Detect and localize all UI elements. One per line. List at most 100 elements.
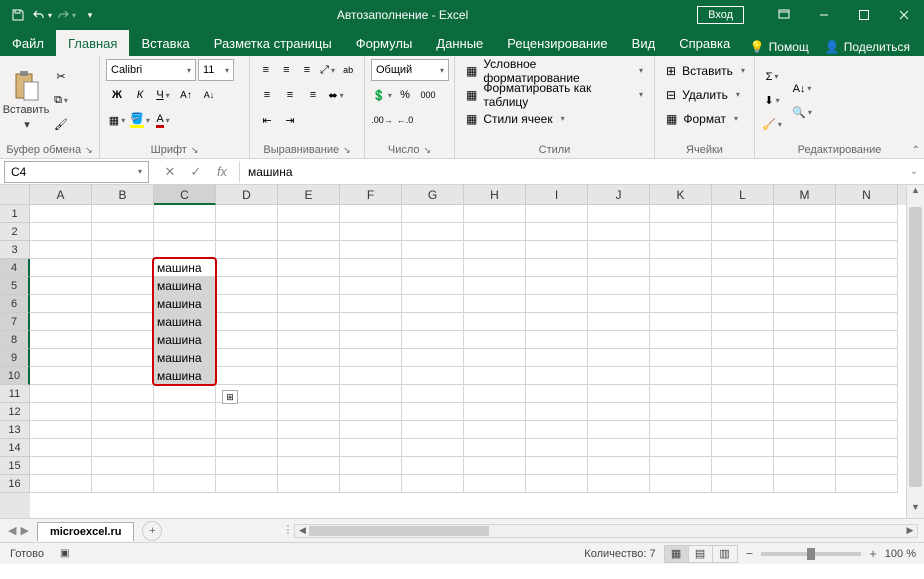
percent-icon[interactable]: % — [394, 84, 416, 106]
normal-view-icon[interactable]: ▦ — [665, 546, 689, 562]
cell[interactable] — [340, 403, 402, 421]
cell[interactable] — [526, 295, 588, 313]
cell[interactable] — [836, 241, 898, 259]
row-header[interactable]: 8 — [0, 331, 30, 349]
cell[interactable] — [216, 313, 278, 331]
cell[interactable] — [402, 277, 464, 295]
cell[interactable] — [340, 367, 402, 385]
cell[interactable] — [92, 349, 154, 367]
align-right-icon[interactable]: ≡ — [302, 84, 324, 106]
row-header[interactable]: 9 — [0, 349, 30, 367]
cell[interactable] — [836, 277, 898, 295]
tab-review[interactable]: Рецензирование — [495, 30, 619, 56]
cell[interactable] — [588, 223, 650, 241]
cell[interactable] — [650, 475, 712, 493]
row-header[interactable]: 5 — [0, 277, 30, 295]
cell[interactable] — [650, 367, 712, 385]
font-name-select[interactable]: Calibri▾ — [106, 59, 196, 81]
cell[interactable] — [526, 421, 588, 439]
row-header[interactable]: 2 — [0, 223, 30, 241]
cell[interactable] — [526, 367, 588, 385]
cell[interactable] — [774, 259, 836, 277]
format-cells-button[interactable]: ▦Формат▾ — [661, 107, 748, 130]
cell[interactable] — [836, 475, 898, 493]
zoom-level[interactable]: 100 % — [885, 548, 916, 560]
cell[interactable] — [526, 313, 588, 331]
row-header[interactable]: 11 — [0, 385, 30, 403]
cancel-formula-icon[interactable]: ✕ — [159, 161, 181, 183]
column-header[interactable]: M — [774, 185, 836, 205]
column-header[interactable]: A — [30, 185, 92, 205]
cell[interactable] — [588, 259, 650, 277]
cell[interactable] — [464, 421, 526, 439]
autosum-icon[interactable]: Σ▾ — [761, 66, 783, 88]
cell[interactable] — [526, 205, 588, 223]
expand-formula-icon[interactable]: ⌄ — [904, 166, 924, 177]
cell[interactable] — [650, 349, 712, 367]
tab-file[interactable]: Файл — [0, 30, 56, 56]
cell[interactable] — [402, 403, 464, 421]
cell[interactable] — [712, 331, 774, 349]
tab-layout[interactable]: Разметка страницы — [202, 30, 344, 56]
cell[interactable] — [340, 421, 402, 439]
cell[interactable] — [216, 475, 278, 493]
cell[interactable] — [154, 457, 216, 475]
cell[interactable] — [340, 295, 402, 313]
cell[interactable] — [650, 403, 712, 421]
wrap-text-icon[interactable]: ab — [338, 59, 358, 81]
italic-icon[interactable]: К — [129, 84, 151, 106]
cell[interactable] — [526, 403, 588, 421]
font-size-select[interactable]: 11▾ — [198, 59, 234, 81]
cell[interactable] — [216, 349, 278, 367]
cell[interactable] — [278, 367, 340, 385]
cell[interactable] — [340, 205, 402, 223]
cell[interactable] — [712, 439, 774, 457]
cell[interactable] — [402, 439, 464, 457]
cell[interactable] — [340, 277, 402, 295]
cell[interactable] — [774, 205, 836, 223]
cell[interactable] — [30, 331, 92, 349]
cell[interactable] — [30, 385, 92, 403]
cell[interactable] — [774, 331, 836, 349]
cells-grid[interactable]: машинамашинамашинамашинамашинамашинамаши… — [30, 205, 906, 518]
column-header[interactable]: C — [154, 185, 216, 205]
cell[interactable] — [216, 223, 278, 241]
cell[interactable] — [774, 421, 836, 439]
conditional-format-button[interactable]: ▦Условное форматирование▾ — [461, 59, 648, 82]
column-header[interactable]: J — [588, 185, 650, 205]
cell[interactable] — [30, 349, 92, 367]
cell[interactable] — [526, 241, 588, 259]
cell[interactable] — [216, 331, 278, 349]
cell[interactable] — [216, 259, 278, 277]
cell[interactable] — [30, 439, 92, 457]
column-header[interactable]: K — [650, 185, 712, 205]
cell[interactable] — [526, 259, 588, 277]
cell[interactable] — [216, 295, 278, 313]
cell[interactable] — [216, 277, 278, 295]
cell[interactable] — [278, 313, 340, 331]
tab-data[interactable]: Данные — [424, 30, 495, 56]
cell[interactable] — [774, 457, 836, 475]
cell[interactable] — [30, 403, 92, 421]
row-header[interactable]: 16 — [0, 475, 30, 493]
column-header[interactable]: G — [402, 185, 464, 205]
cell[interactable] — [154, 475, 216, 493]
qat-customize-icon[interactable]: ▾ — [80, 5, 100, 25]
cell[interactable] — [154, 403, 216, 421]
cell[interactable] — [526, 331, 588, 349]
cell[interactable] — [836, 367, 898, 385]
cell[interactable] — [464, 331, 526, 349]
cell[interactable] — [588, 421, 650, 439]
macro-record-icon[interactable]: ▣ — [60, 548, 69, 559]
cell[interactable] — [154, 421, 216, 439]
cell[interactable] — [464, 439, 526, 457]
cell[interactable] — [650, 223, 712, 241]
cell[interactable]: машина — [154, 295, 216, 313]
column-header[interactable]: L — [712, 185, 774, 205]
cell[interactable] — [836, 331, 898, 349]
tab-help[interactable]: Справка — [667, 30, 742, 56]
cell[interactable] — [464, 277, 526, 295]
formula-input[interactable]: машина — [239, 161, 904, 183]
decrease-decimal-icon[interactable]: ←.0 — [394, 109, 416, 131]
fx-icon[interactable]: fx — [211, 161, 233, 183]
